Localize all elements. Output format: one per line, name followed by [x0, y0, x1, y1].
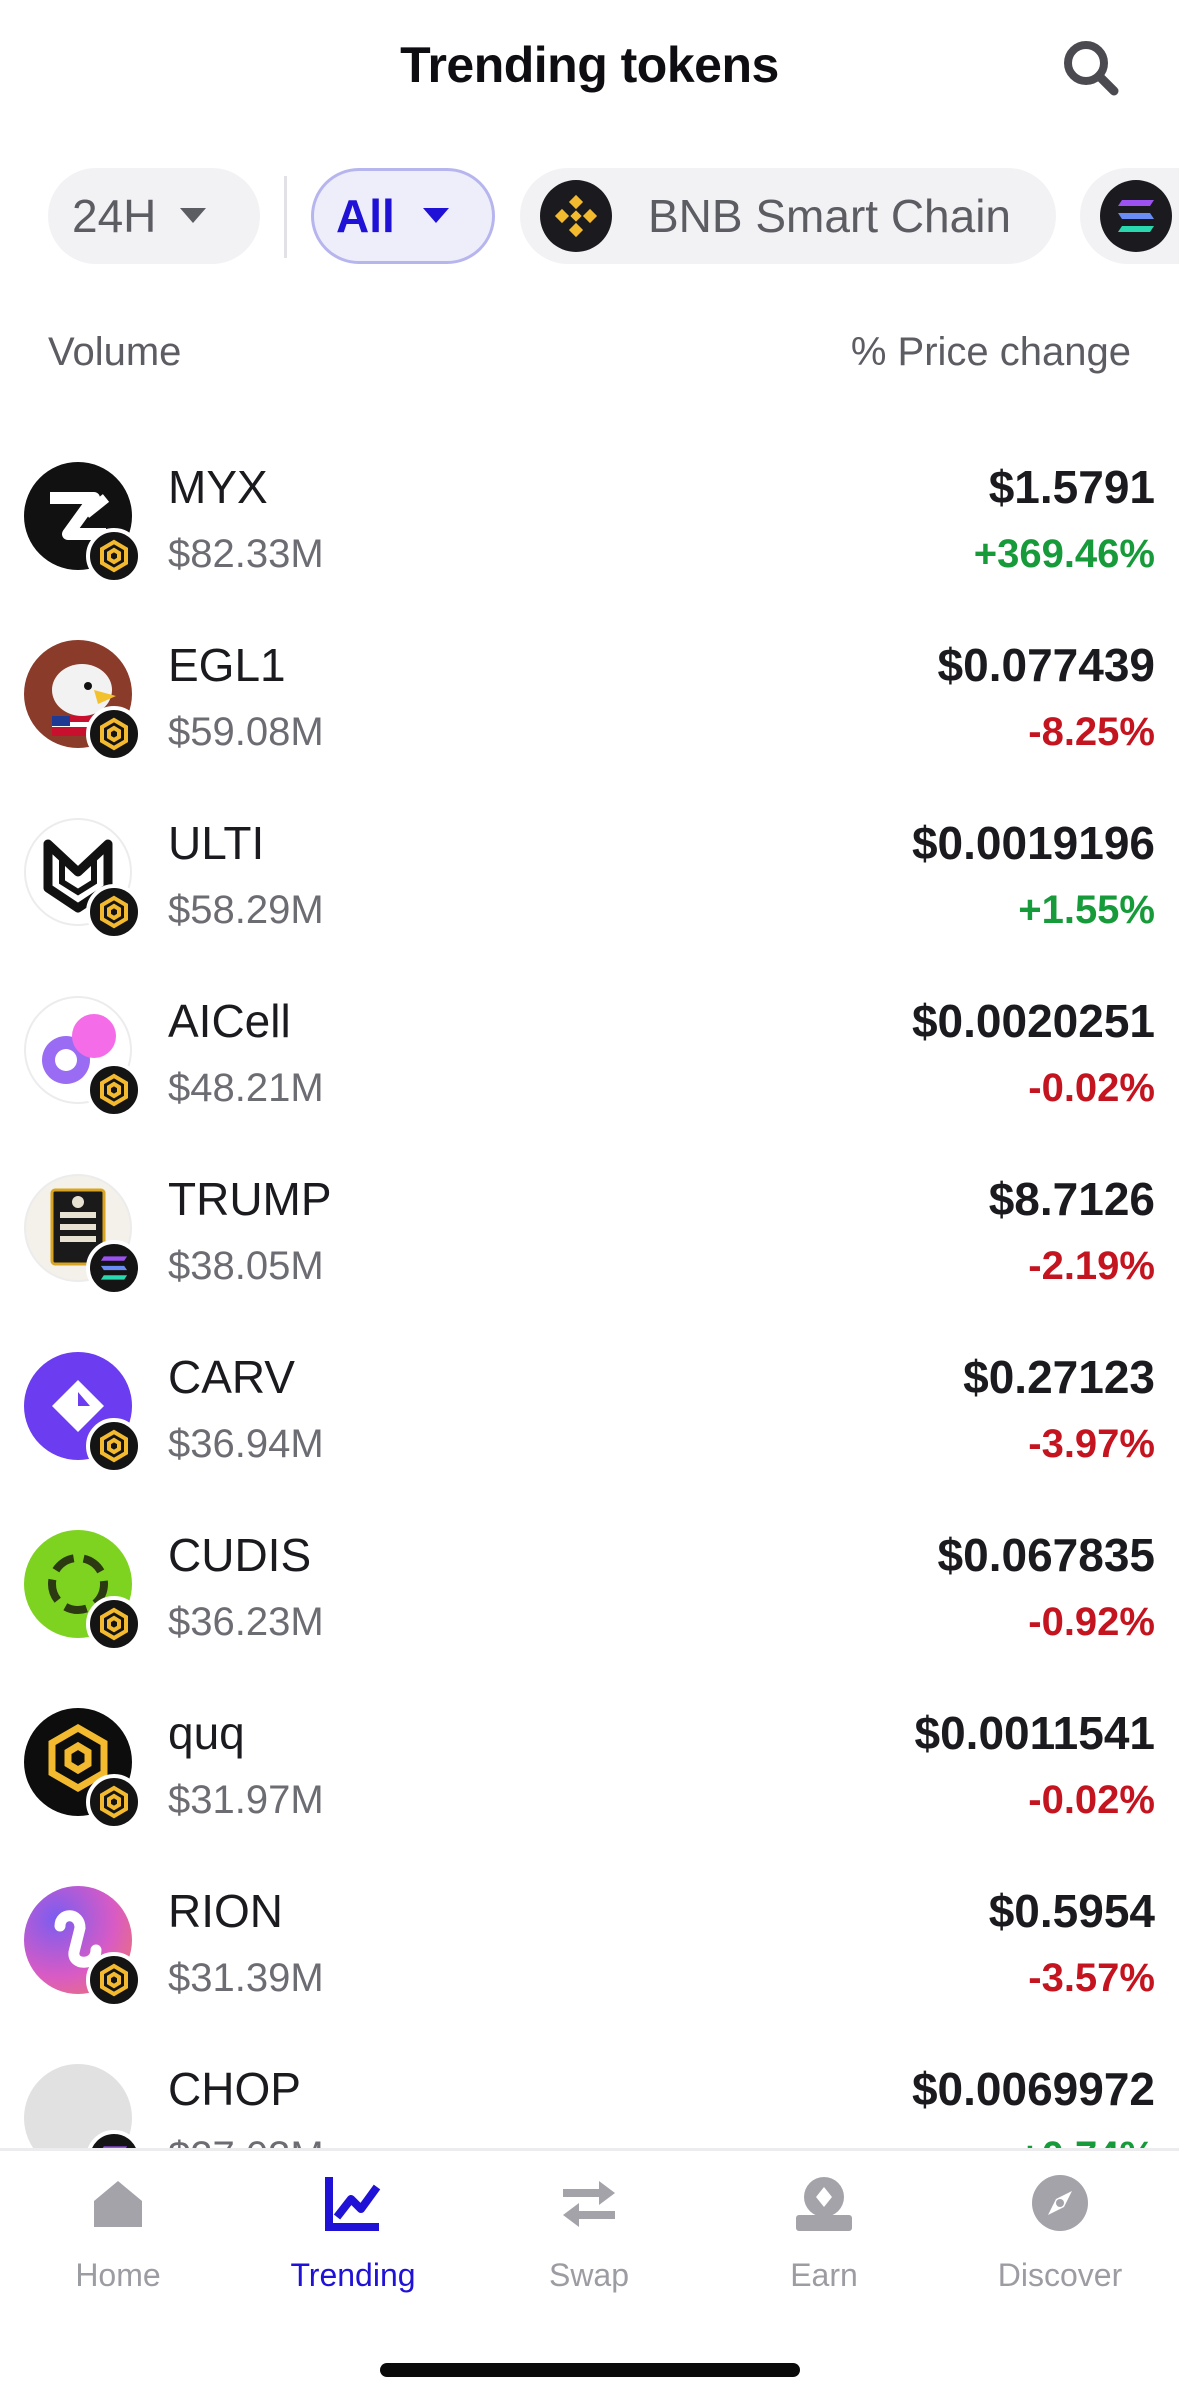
column-header-price-change[interactable]: % Price change — [851, 330, 1131, 375]
token-symbol: EGL1 — [168, 639, 286, 691]
tab-home[interactable]: Home — [8, 2171, 228, 2321]
tab-swap[interactable]: Swap — [479, 2171, 699, 2321]
token-price-change: -0.02% — [1028, 1066, 1155, 1110]
bnb-chain-badge-icon — [86, 884, 142, 940]
tab-home-label: Home — [75, 2257, 161, 2293]
token-symbol: AICell — [168, 995, 291, 1047]
page-title: Trending tokens — [400, 37, 779, 93]
token-volume: $48.21M — [168, 1066, 324, 1110]
chevron-down-icon — [422, 208, 449, 223]
token-price: $8.7126 — [988, 1173, 1155, 1225]
token-price: $0.077439 — [937, 639, 1155, 691]
token-volume: $36.94M — [168, 1422, 324, 1466]
tab-swap-label: Swap — [548, 2257, 630, 2293]
bottom-tab-bar: Home Trending Swap Earn Discover — [0, 2148, 1179, 2396]
bnb-chain-badge-icon — [86, 1952, 142, 2008]
chain-filter-label: BNB Smart Chain — [648, 190, 1012, 242]
token-price-change: +369.46% — [973, 532, 1155, 576]
column-header-volume[interactable]: Volume — [48, 330, 181, 375]
bnb-chain-badge-icon — [86, 706, 142, 762]
token-volume: $38.05M — [168, 1244, 324, 1288]
category-dropdown[interactable]: All — [311, 168, 495, 264]
token-volume: $82.33M — [168, 532, 324, 576]
token-price: $0.0019196 — [911, 817, 1155, 869]
token-volume: $58.29M — [168, 888, 324, 932]
token-price: $0.0020251 — [911, 995, 1155, 1047]
tab-discover[interactable]: Discover — [950, 2171, 1170, 2321]
earn-icon — [796, 2177, 852, 2231]
token-row-ulti[interactable]: ULTI $58.29M $0.0019196 +1.55% — [0, 786, 1179, 964]
token-price: $1.5791 — [988, 461, 1155, 513]
filter-divider — [284, 176, 287, 258]
token-row-quq[interactable]: quq $31.97M $0.0011541 -0.02% — [0, 1676, 1179, 1854]
token-symbol: quq — [168, 1707, 245, 1759]
token-price: $0.0011541 — [914, 1707, 1156, 1759]
solana-icon — [1100, 180, 1172, 252]
home-icon — [94, 2181, 142, 2227]
token-row-trump[interactable]: TRUMP $38.05M $8.7126 -2.19% — [0, 1142, 1179, 1320]
token-row-myx[interactable]: MYX $82.33M $1.5791 +369.46% — [0, 430, 1179, 608]
token-volume: $59.08M — [168, 710, 324, 754]
period-label: 24H — [72, 190, 157, 242]
bnb-chain-icon — [540, 180, 612, 252]
tab-earn[interactable]: Earn — [714, 2171, 934, 2321]
token-row-cudis[interactable]: CUDIS $36.23M $0.067835 -0.92% — [0, 1498, 1179, 1676]
filter-bar: 24H All BNB Smart Chain — [0, 168, 1179, 268]
header-bar: Trending tokens — [0, 0, 1179, 140]
token-row-chop[interactable]: CHOP $27.03M $0.0069972 +0.74% — [0, 2032, 1179, 2148]
token-row-carv[interactable]: CARV $36.94M $0.27123 -3.97% — [0, 1320, 1179, 1498]
category-label: All — [336, 190, 395, 242]
token-price-change: +1.55% — [1018, 888, 1155, 932]
token-price-change: -3.57% — [1028, 1956, 1155, 2000]
token-price-change: -0.92% — [1028, 1600, 1155, 1644]
token-price: $0.5954 — [988, 1885, 1155, 1937]
token-symbol: CARV — [168, 1351, 295, 1403]
token-price-change: +0.74% — [1018, 2134, 1155, 2148]
token-price: $0.0069972 — [911, 2063, 1155, 2115]
bnb-chain-badge-icon — [86, 528, 142, 584]
period-dropdown[interactable]: 24H — [48, 168, 260, 264]
chain-filter-bnb[interactable]: BNB Smart Chain — [520, 168, 1056, 264]
tab-earn-label: Earn — [790, 2257, 858, 2293]
bnb-chain-badge-icon — [86, 1418, 142, 1474]
token-volume: $31.39M — [168, 1956, 324, 2000]
token-price-change: -3.97% — [1028, 1422, 1155, 1466]
token-symbol: MYX — [168, 461, 268, 513]
token-price-change: -8.25% — [1028, 710, 1155, 754]
token-price-change: -0.02% — [1028, 1778, 1155, 1822]
token-row-egl1[interactable]: EGL1 $59.08M $0.077439 -8.25% — [0, 608, 1179, 786]
home-indicator — [380, 2363, 800, 2377]
bnb-chain-badge-icon — [86, 1062, 142, 1118]
tab-trending-label: Trending — [290, 2257, 416, 2293]
solana-chain-badge-icon — [86, 1240, 142, 1296]
tab-trending[interactable]: Trending — [243, 2171, 463, 2321]
bnb-chain-badge-icon — [86, 1596, 142, 1652]
token-price: $0.067835 — [937, 1529, 1155, 1581]
tab-discover-label: Discover — [997, 2257, 1123, 2293]
token-symbol: RION — [168, 1885, 283, 1937]
token-price-change: -2.19% — [1028, 1244, 1155, 1288]
token-list: MYX $82.33M $1.5791 +369.46% EGL1 $59.08… — [0, 430, 1179, 2148]
swap-arrows-icon — [563, 2181, 615, 2227]
bnb-chain-badge-icon — [86, 1774, 142, 1830]
token-row-rion[interactable]: RION $31.39M $0.5954 -3.57% — [0, 1854, 1179, 2032]
token-symbol: TRUMP — [168, 1173, 332, 1225]
token-row-aicell[interactable]: AICell $48.21M $0.0020251 -0.02% — [0, 964, 1179, 1142]
token-price: $0.27123 — [963, 1351, 1155, 1403]
token-symbol: CHOP — [168, 2063, 301, 2115]
token-symbol: CUDIS — [168, 1529, 312, 1581]
trending-chart-icon — [325, 2177, 381, 2231]
token-volume: $27.03M — [168, 2134, 324, 2148]
token-volume: $31.97M — [168, 1778, 324, 1822]
chevron-down-icon — [180, 208, 207, 223]
token-symbol: ULTI — [168, 817, 265, 869]
token-volume: $36.23M — [168, 1600, 324, 1644]
chain-filter-solana[interactable] — [1080, 168, 1179, 264]
compass-icon — [1032, 2175, 1088, 2231]
search-icon[interactable] — [1059, 36, 1123, 100]
